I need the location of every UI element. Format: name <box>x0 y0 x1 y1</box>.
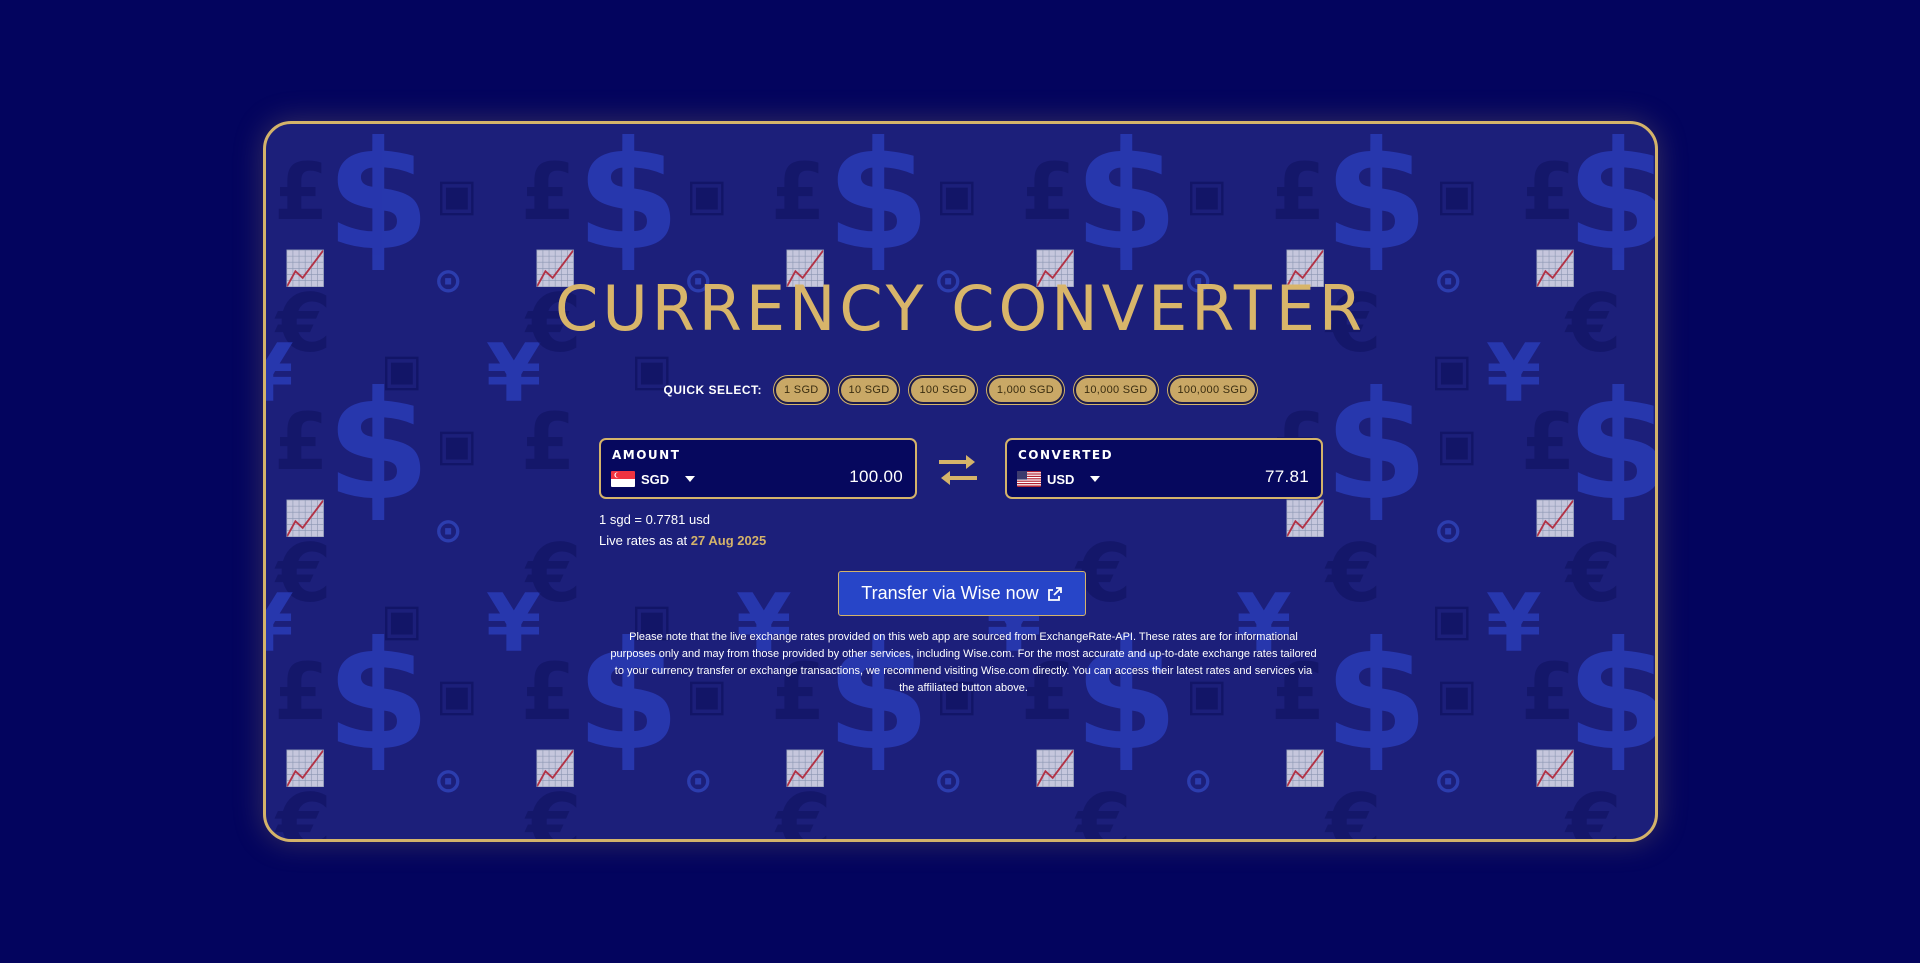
transfer-button-label: Transfer via Wise now <box>861 583 1039 603</box>
amount-label: AMOUNT <box>612 448 681 462</box>
chevron-down-icon <box>1090 476 1101 482</box>
quick-select-1[interactable]: 1 SGD <box>774 376 829 404</box>
from-currency-select[interactable]: SGD <box>611 471 696 487</box>
swap-icon[interactable] <box>935 451 981 489</box>
quick-select-100[interactable]: 100 SGD <box>909 376 977 404</box>
live-rates-date: 27 Aug 2025 <box>690 533 767 548</box>
amount-input[interactable]: 100.00 <box>849 467 903 487</box>
converted-label: CONVERTED <box>1018 448 1114 462</box>
converted-value: 77.81 <box>1264 467 1309 486</box>
live-rates-line: Live rates as at 27 Aug 2025 <box>599 533 766 548</box>
exchange-rate-text: 1 sgd = 0.7781 usd <box>599 512 710 527</box>
transfer-via-wise-button[interactable]: Transfer via Wise now <box>838 571 1086 616</box>
page-title: CURRENCY CONVERTER <box>555 272 1366 345</box>
singapore-flag-icon <box>611 471 635 487</box>
to-currency-select[interactable]: USD <box>1017 471 1101 487</box>
quick-select-1000[interactable]: 1,000 SGD <box>986 376 1064 404</box>
live-rates-label: Live rates as at <box>599 533 688 548</box>
quick-select-label: QUICK SELECT: <box>663 383 763 397</box>
quick-select-10[interactable]: 10 SGD <box>838 376 900 404</box>
chevron-down-icon <box>685 476 696 482</box>
external-link-icon <box>1047 586 1062 601</box>
converted-box: CONVERTED USD 77.81 <box>1005 438 1323 499</box>
amount-box: AMOUNT SGD 100.00 <box>599 438 917 499</box>
to-currency-code: USD <box>1047 471 1075 487</box>
disclaimer-text: Please note that the live exchange rates… <box>610 631 1317 694</box>
quick-select-100000[interactable]: 100,000 SGD <box>1167 376 1258 404</box>
converter-card: £ $ ▣ £ $ ▣ £ $ ▣ £ $ ▣ £ $ ▣ £ $ 📈 ⊙ 📈 … <box>263 121 1658 842</box>
quick-select-bar: QUICK SELECT: 1 SGD 10 SGD 100 SGD 1,000… <box>266 376 1655 404</box>
from-currency-code: SGD <box>641 471 670 487</box>
quick-select-10000[interactable]: 10,000 SGD <box>1073 376 1158 404</box>
us-flag-icon <box>1017 471 1041 487</box>
